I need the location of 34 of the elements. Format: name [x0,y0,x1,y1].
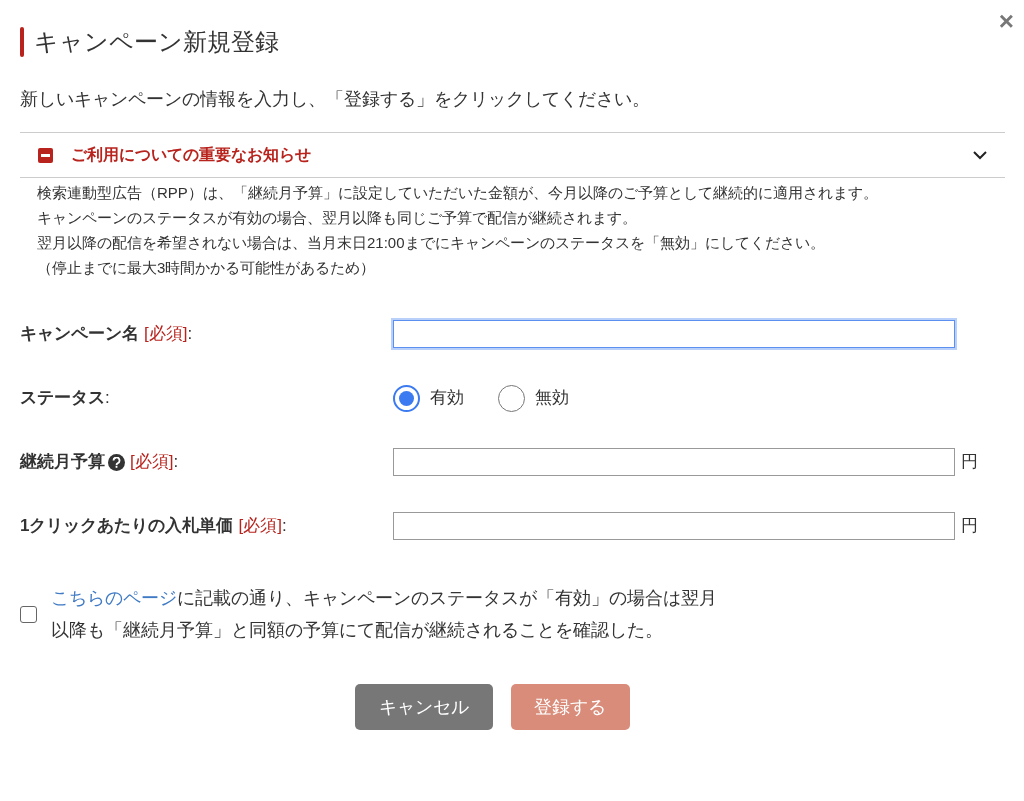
dialog-title: キャンペーン新規登録 [34,27,279,57]
input-field[interactable] [393,448,955,476]
notice-text: 検索連動型広告（RPP）は、「継続月予算」に設定していただいた金額が、今月以降のご予算として継続的に適用されます。 [37,183,879,203]
label-colon: : [187,323,193,346]
notice-title: ご利用についての重要なお知らせ [71,145,311,166]
radio-option[interactable]: 無効 [498,384,569,412]
page-link[interactable]: こちらのページ [51,588,177,608]
radio-button[interactable] [393,384,420,412]
notice-text: （停止までに最大3時間かかる可能性があるため） [37,258,377,278]
required-marker: [必須] [238,515,282,538]
close-button[interactable]: × [998,8,1014,34]
cancel-button[interactable]: キャンセル [354,684,493,730]
field-label: 継続月予算 [20,451,105,474]
radio-option[interactable]: 有効 [393,384,464,412]
unit-label: 円 [961,515,978,538]
field-label: 1クリックあたりの入札単価 [20,515,234,538]
title-accent-bar [20,27,24,57]
confirmation-text: こちらのページに記載の通り、キャンペーンのステータスが「有効」の場合は翌月以降も「継続月予算」と同額の予算にて配信が継続されることを確認した。 [51,587,718,642]
dialog-description: 新しいキャンペーンの情報を入力し、「登録する」をクリックしてください。 [20,88,651,111]
required-marker: [必須] [144,323,188,346]
notice-text: キャンペーンのステータスが有効の場合、翌月以降も同じご予算で配信が継続されます。 [37,208,638,228]
required-marker: [必須] [130,451,174,474]
checkbox[interactable] [20,605,37,623]
label-colon: : [105,387,110,410]
collapse-icon [38,147,53,163]
label-colon: : [281,515,287,538]
notice-text: 翌月以降の配信を希望されない場合は、当月末日21:00までにキャンペーンのステータスを「無効」にしてください。 [37,233,826,253]
notice-header[interactable]: ご利用についての重要なお知らせ [20,132,1005,178]
label-colon: : [173,451,179,474]
unit-label: 円 [961,451,978,474]
field-label: ステータス [20,387,105,410]
input-field[interactable] [393,320,955,348]
field-label: キャンペーン名 [20,323,139,346]
input-field[interactable] [393,512,955,540]
